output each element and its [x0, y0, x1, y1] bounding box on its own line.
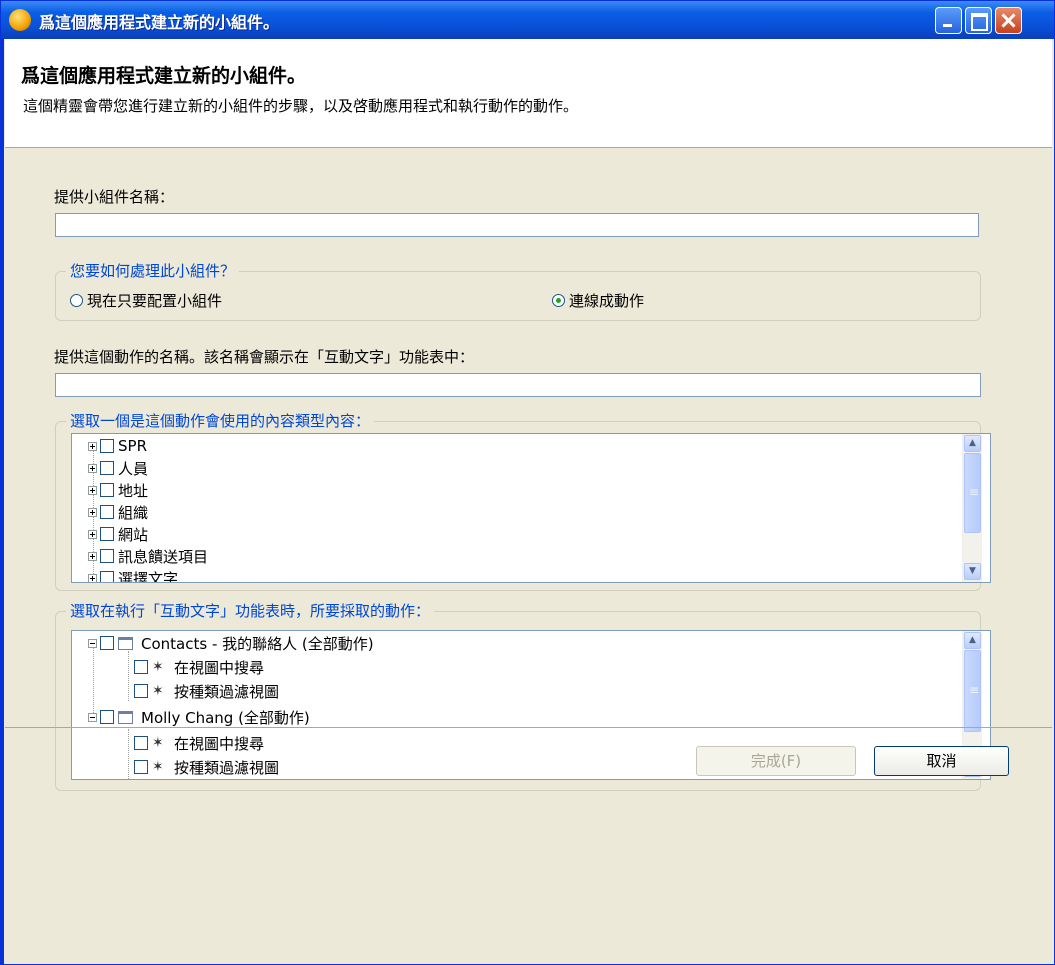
- expand-icon[interactable]: [88, 573, 97, 582]
- wizard-header: 爲這個應用程式建立新的小組件。 這個精靈會帶您進行建立新的小組件的步驟，以及啓動…: [5, 39, 1052, 148]
- tree-guide: [93, 643, 94, 713]
- expand-icon[interactable]: [88, 507, 97, 517]
- checkbox[interactable]: [100, 636, 114, 650]
- tree-item-label: 人員: [118, 459, 149, 478]
- checkbox[interactable]: [100, 571, 114, 582]
- button-bar: [5, 727, 1052, 728]
- scroll-thumb[interactable]: [964, 650, 981, 732]
- page-title: 爲這個應用程式建立新的小組件。: [21, 65, 307, 87]
- checkbox[interactable]: [100, 505, 114, 519]
- maximize-button[interactable]: [965, 7, 992, 34]
- tree-item[interactable]: 組織: [88, 502, 148, 522]
- action-figure-icon: ✶: [152, 659, 164, 675]
- tree-item[interactable]: 選擇文字: [88, 568, 179, 583]
- window-title: 爲這個應用程式建立新的小組件。: [39, 13, 280, 32]
- tree-guide: [128, 729, 129, 779]
- content-types-tree[interactable]: SPR 人員 地址 組織 網站 訊息饋送項目 選擇文字 ▲ ▼: [71, 433, 991, 583]
- finish-button[interactable]: 完成(F): [696, 746, 856, 776]
- action-figure-icon: ✶: [152, 735, 164, 751]
- tree-item-label: 網站: [118, 525, 149, 544]
- tree-item[interactable]: 人員: [88, 458, 148, 478]
- tree-item-label: 選擇文字: [118, 569, 179, 583]
- expand-icon[interactable]: [88, 463, 97, 473]
- window-border-left: [0, 38, 4, 965]
- action-item[interactable]: ✶ 按種類過濾視圖: [134, 681, 279, 701]
- action-figure-icon: ✶: [152, 759, 164, 775]
- widget-name-label: 提供小組件名稱：: [54, 188, 175, 206]
- expand-icon[interactable]: [88, 551, 97, 561]
- dialog-window: 爲這個應用程式建立新的小組件。 爲這個應用程式建立新的小組件。 這個精靈會帶您進…: [0, 0, 1055, 965]
- window-icon: [118, 710, 133, 724]
- checkbox[interactable]: [134, 736, 148, 750]
- action-group-label: Molly Chang (全部動作): [141, 708, 310, 727]
- actions-legend: 選取在執行「互動文字」功能表時，所要採取的動作：: [66, 600, 435, 621]
- radio-configure-only[interactable]: 現在只要配置小組件: [70, 290, 222, 311]
- expand-icon[interactable]: [88, 485, 97, 495]
- action-item-label: 在視圖中搜尋: [174, 734, 265, 753]
- window-icon: [118, 636, 133, 650]
- action-group-item[interactable]: Molly Chang (全部動作): [88, 707, 310, 727]
- action-item[interactable]: ✶ 在視圖中搜尋: [134, 657, 264, 677]
- tree-item[interactable]: 地址: [88, 480, 148, 500]
- tree-item-label: 組織: [118, 503, 149, 522]
- checkbox[interactable]: [134, 660, 148, 674]
- radio-configure-only-label: 現在只要配置小組件: [87, 292, 223, 310]
- collapse-icon[interactable]: [88, 712, 97, 722]
- app-icon: [9, 9, 31, 31]
- action-item-label: 按種類過濾視圖: [174, 682, 280, 701]
- radio-circle[interactable]: [70, 294, 83, 307]
- scroll-down-icon[interactable]: ▼: [964, 563, 981, 580]
- tree-item-label: 訊息饋送項目: [118, 547, 209, 566]
- action-figure-icon: ✶: [152, 683, 164, 699]
- checkbox[interactable]: [134, 684, 148, 698]
- checkbox[interactable]: [100, 710, 114, 724]
- handling-legend: 您要如何處理此小組件？: [66, 260, 240, 281]
- action-group-label: Contacts - 我的聯絡人 (全部動作): [141, 634, 374, 653]
- expand-icon[interactable]: [88, 529, 97, 539]
- action-item-label: 按種類過濾視圖: [174, 758, 280, 777]
- scroll-up-icon[interactable]: ▲: [964, 435, 981, 452]
- tree-guide: [128, 651, 129, 701]
- handling-group: 您要如何處理此小組件？ 現在只要配置小組件 連線成動作: [55, 260, 981, 321]
- expand-icon[interactable]: [88, 441, 97, 451]
- widget-name-input[interactable]: [55, 213, 979, 237]
- radio-connect-action[interactable]: 連線成動作: [552, 290, 644, 311]
- tree-item[interactable]: 網站: [88, 524, 148, 544]
- checkbox[interactable]: [100, 483, 114, 497]
- close-button[interactable]: [995, 7, 1022, 34]
- action-group-item[interactable]: Contacts - 我的聯絡人 (全部動作): [88, 633, 374, 653]
- radio-circle-selected[interactable]: [552, 294, 565, 307]
- checkbox[interactable]: [134, 760, 148, 774]
- scroll-up-icon[interactable]: ▲: [964, 632, 981, 649]
- minimize-button[interactable]: [935, 7, 962, 34]
- action-name-label: 提供這個動作的名稱。該名稱會顯示在「互動文字」功能表中：: [54, 348, 475, 366]
- tree-item-label: SPR: [118, 437, 147, 455]
- title-bar[interactable]: 爲這個應用程式建立新的小組件。: [1, 1, 1054, 39]
- cancel-button[interactable]: 取消: [874, 746, 1009, 776]
- checkbox[interactable]: [100, 549, 114, 563]
- action-item[interactable]: ✶ 在視圖中搜尋: [134, 733, 264, 753]
- action-item[interactable]: ✶ 按種類過濾視圖: [134, 757, 279, 777]
- checkbox[interactable]: [100, 439, 114, 453]
- action-name-input[interactable]: [55, 373, 981, 397]
- checkbox[interactable]: [100, 527, 114, 541]
- page-description: 這個精靈會帶您進行建立新的小組件的步驟，以及啓動應用程式和執行動作的動作。: [23, 97, 579, 115]
- content-types-group: 選取一個是這個動作會使用的內容類型內容： SPR 人員 地址 組織 網站 訊息饋…: [55, 410, 991, 591]
- scroll-thumb[interactable]: [964, 453, 981, 533]
- content-types-scrollbar[interactable]: ▲ ▼: [962, 434, 982, 582]
- content-types-legend: 選取一個是這個動作會使用的內容類型內容：: [66, 410, 375, 431]
- tree-item-label: 地址: [118, 481, 149, 500]
- checkbox[interactable]: [100, 461, 114, 475]
- radio-connect-action-label: 連線成動作: [569, 292, 645, 310]
- tree-item[interactable]: 訊息饋送項目: [88, 546, 208, 566]
- collapse-icon[interactable]: [88, 638, 97, 648]
- action-item-label: 在視圖中搜尋: [174, 658, 265, 677]
- tree-item[interactable]: SPR: [88, 436, 147, 456]
